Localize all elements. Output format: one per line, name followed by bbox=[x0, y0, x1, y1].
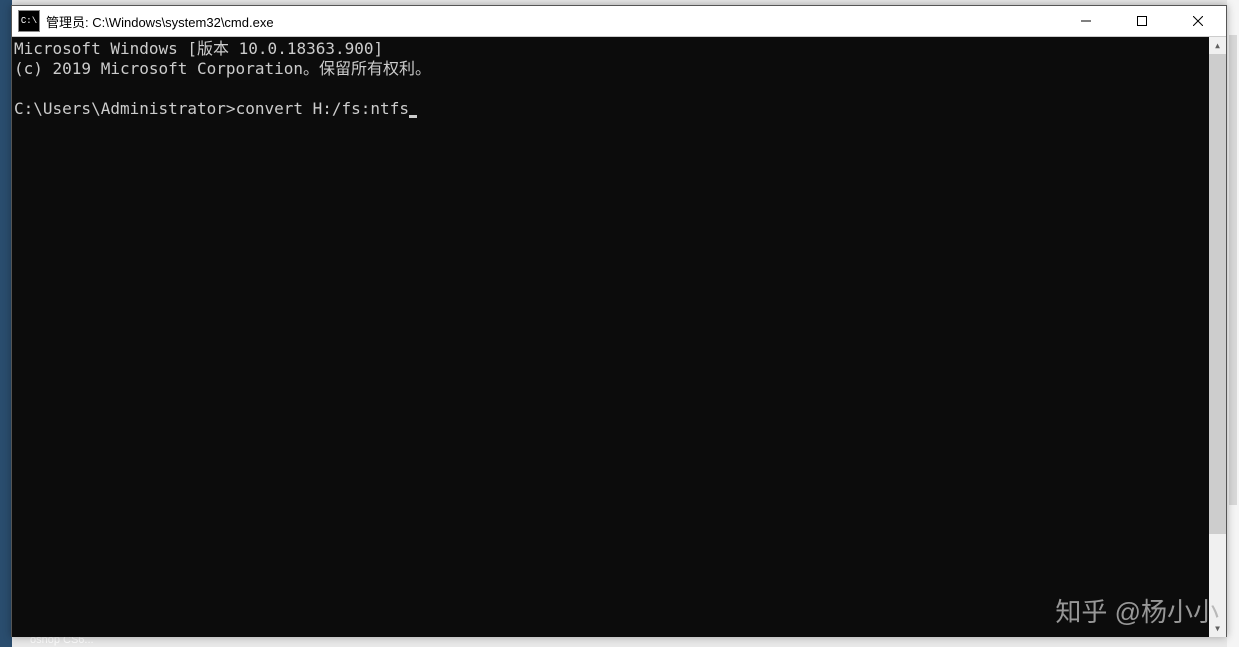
cmd-icon-label: C:\ bbox=[21, 16, 37, 26]
close-icon bbox=[1193, 16, 1203, 26]
watermark-text: 知乎 @杨小小 bbox=[1055, 592, 1219, 629]
console-prompt: C:\Users\Administrator> bbox=[14, 99, 236, 118]
scrollbar-thumb[interactable] bbox=[1209, 54, 1226, 534]
close-button[interactable] bbox=[1170, 6, 1226, 37]
outer-scroll-strip bbox=[1227, 0, 1239, 647]
console-scrollbar[interactable]: ▲ ▼ bbox=[1209, 37, 1226, 637]
console-line-1: Microsoft Windows [版本 10.0.18363.900] bbox=[14, 39, 383, 58]
console-command: convert H:/fs:ntfs bbox=[236, 99, 409, 118]
titlebar[interactable]: C:\ 管理员: C:\Windows\system32\cmd.exe bbox=[12, 6, 1226, 37]
scrollbar-up-button[interactable]: ▲ bbox=[1209, 37, 1226, 54]
window-controls bbox=[1058, 6, 1226, 37]
outer-scroll-thumb bbox=[1229, 35, 1237, 505]
text-cursor bbox=[409, 115, 417, 118]
console-content[interactable]: Microsoft Windows [版本 10.0.18363.900] (c… bbox=[12, 37, 1209, 637]
minimize-icon bbox=[1081, 16, 1091, 26]
console-body[interactable]: Microsoft Windows [版本 10.0.18363.900] (c… bbox=[12, 37, 1226, 637]
cmd-window: C:\ 管理员: C:\Windows\system32\cmd.exe Mic… bbox=[11, 5, 1227, 637]
console-line-2: (c) 2019 Microsoft Corporation。保留所有权利。 bbox=[14, 59, 431, 78]
cmd-icon: C:\ bbox=[18, 10, 40, 32]
minimize-button[interactable] bbox=[1058, 6, 1114, 37]
maximize-icon bbox=[1137, 16, 1147, 26]
window-title: 管理员: C:\Windows\system32\cmd.exe bbox=[46, 12, 1058, 31]
maximize-button[interactable] bbox=[1114, 6, 1170, 37]
